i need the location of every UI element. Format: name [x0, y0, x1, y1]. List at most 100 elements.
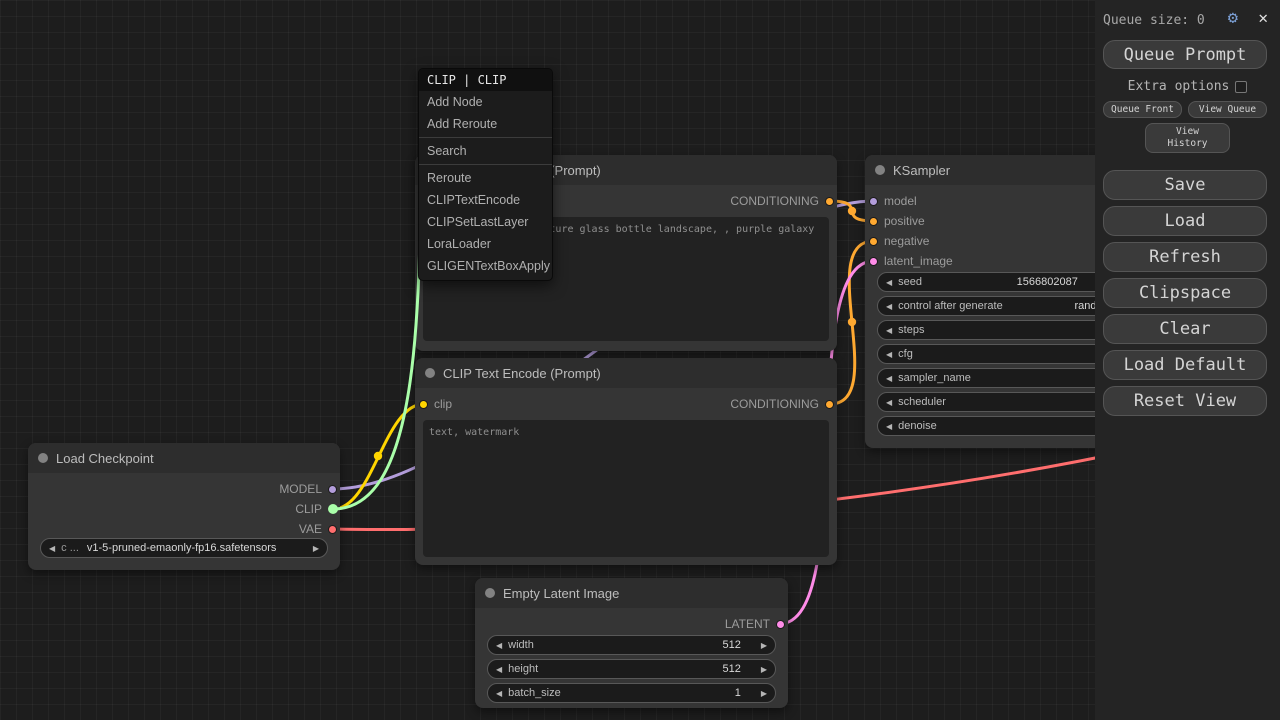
conditioning-output-dot[interactable]	[825, 197, 834, 206]
slot-label: MODEL	[279, 482, 322, 496]
load-default-button[interactable]: Load Default	[1103, 350, 1267, 380]
menu-item-add-reroute[interactable]: Add Reroute	[419, 113, 552, 135]
latent-image-input-dot[interactable]	[869, 257, 878, 266]
slot-label: model	[884, 194, 917, 208]
left-arrow-icon[interactable]: ◀	[496, 641, 502, 650]
clip-input-dot[interactable]	[419, 400, 428, 409]
model-output-dot[interactable]	[328, 485, 337, 494]
extra-options-label: Extra options	[1128, 79, 1230, 94]
model-output-slot: MODEL	[279, 479, 337, 499]
node-title: CLIP Text Encode (Prompt)	[443, 366, 601, 381]
menu-item-cliptextencode[interactable]: CLIPTextEncode	[419, 189, 552, 211]
save-button[interactable]: Save	[1103, 170, 1267, 200]
vae-output-dot[interactable]	[328, 525, 337, 534]
menu-item-search[interactable]: Search	[419, 140, 552, 162]
dragging-clip-wire	[333, 80, 421, 509]
view-queue-button[interactable]: View Queue	[1188, 101, 1267, 118]
load-checkpoint-header[interactable]: Load Checkpoint	[28, 443, 340, 473]
right-arrow-icon[interactable]: ▶	[761, 641, 767, 650]
left-arrow-icon[interactable]: ◀	[496, 689, 502, 698]
left-arrow-icon[interactable]: ◀	[886, 350, 892, 359]
queue-prompt-button[interactable]: Queue Prompt	[1103, 40, 1267, 69]
conditioning-output-slot: CONDITIONING	[730, 394, 834, 414]
ckpt-name-widget[interactable]: ◀ c ... v1-5-pruned-emaonly-fp16.safeten…	[40, 538, 328, 558]
batch-size-widget[interactable]: ◀ batch_size 1 ▶	[487, 683, 776, 703]
model-input-dot[interactable]	[869, 197, 878, 206]
link-release-context-menu: CLIP | CLIP Add Node Add Reroute Search …	[418, 68, 553, 281]
slot-label: latent_image	[884, 254, 953, 268]
left-arrow-icon[interactable]: ◀	[496, 665, 502, 674]
node-collapse-dot[interactable]	[485, 588, 495, 598]
widget-label: batch_size	[508, 687, 561, 699]
slot-label: CONDITIONING	[730, 194, 819, 208]
menu-separator	[419, 164, 552, 165]
height-widget[interactable]: ◀ height 512 ▶	[487, 659, 776, 679]
left-arrow-icon[interactable]: ◀	[886, 302, 892, 311]
wire-clip-link	[333, 404, 424, 509]
clip-output-dot[interactable]	[328, 505, 337, 514]
left-arrow-icon[interactable]: ◀	[49, 544, 55, 553]
widget-label: height	[508, 663, 538, 675]
node-clip-text-encode-2[interactable]: CLIP Text Encode (Prompt) clip CONDITION…	[415, 358, 837, 565]
clip-text-encode-2-header[interactable]: CLIP Text Encode (Prompt)	[415, 358, 837, 388]
negative-input-dot[interactable]	[869, 237, 878, 246]
view-history-label: View History	[1162, 126, 1214, 150]
slot-label: positive	[884, 214, 925, 228]
widget-label: c ...	[61, 542, 79, 554]
conditioning-output-dot[interactable]	[825, 400, 834, 409]
left-arrow-icon[interactable]: ◀	[886, 278, 892, 287]
reset-view-button[interactable]: Reset View	[1103, 386, 1267, 416]
widget-label: control after generate	[898, 300, 1003, 312]
left-arrow-icon[interactable]: ◀	[886, 326, 892, 335]
right-arrow-icon[interactable]: ▶	[313, 544, 319, 553]
negative-prompt-textarea[interactable]: text, watermark	[423, 420, 829, 557]
latent-image-input-slot: latent_image	[869, 251, 953, 271]
right-arrow-icon[interactable]: ▶	[761, 689, 767, 698]
queue-front-button[interactable]: Queue Front	[1103, 101, 1182, 118]
negative-input-slot: negative	[869, 231, 929, 251]
widget-label: cfg	[898, 348, 913, 360]
empty-latent-image-header[interactable]: Empty Latent Image	[475, 578, 788, 608]
left-arrow-icon[interactable]: ◀	[886, 374, 892, 383]
close-icon[interactable]: ✕	[1258, 10, 1268, 26]
settings-gear-icon[interactable]: ⚙	[1228, 10, 1238, 27]
clear-button[interactable]: Clear	[1103, 314, 1267, 344]
node-collapse-dot[interactable]	[875, 165, 885, 175]
load-button[interactable]: Load	[1103, 206, 1267, 236]
node-load-checkpoint[interactable]: Load Checkpoint MODEL CLIP VAE ◀ c ... v…	[28, 443, 340, 570]
view-history-button[interactable]: View History	[1145, 123, 1230, 153]
widget-label: sampler_name	[898, 372, 971, 384]
slot-label: VAE	[299, 522, 322, 536]
extra-options-checkbox[interactable]	[1235, 81, 1247, 93]
slot-label: clip	[434, 397, 452, 411]
refresh-button[interactable]: Refresh	[1103, 242, 1267, 272]
menu-item-reroute[interactable]: Reroute	[419, 167, 552, 189]
widget-label: width	[508, 639, 534, 651]
queue-size-label: Queue size: 0	[1103, 13, 1205, 28]
menu-item-loraloader[interactable]: LoraLoader	[419, 233, 552, 255]
node-empty-latent-image[interactable]: Empty Latent Image LATENT ◀ width 512 ▶ …	[475, 578, 788, 708]
widget-label: denoise	[898, 420, 937, 432]
comfyui-canvas[interactable]: Load Checkpoint MODEL CLIP VAE ◀ c ... v…	[0, 0, 1280, 720]
slot-label: LATENT	[725, 617, 770, 631]
slot-label: negative	[884, 234, 929, 248]
right-arrow-icon[interactable]: ▶	[761, 665, 767, 674]
latent-output-slot: LATENT	[725, 614, 785, 634]
node-collapse-dot[interactable]	[38, 453, 48, 463]
positive-input-dot[interactable]	[869, 217, 878, 226]
node-title: Load Checkpoint	[56, 451, 154, 466]
widget-value: 1	[735, 687, 741, 699]
menu-item-clipsetlastlayer[interactable]: CLIPSetLastLayer	[419, 211, 552, 233]
menu-item-gligentextboxapply[interactable]: GLIGENTextBoxApply	[419, 255, 552, 277]
left-arrow-icon[interactable]: ◀	[886, 422, 892, 431]
widget-value: 512	[722, 663, 740, 675]
width-widget[interactable]: ◀ width 512 ▶	[487, 635, 776, 655]
clipspace-button[interactable]: Clipspace	[1103, 278, 1267, 308]
left-arrow-icon[interactable]: ◀	[886, 398, 892, 407]
context-menu-title: CLIP | CLIP	[419, 69, 552, 91]
latent-output-dot[interactable]	[776, 620, 785, 629]
node-collapse-dot[interactable]	[425, 368, 435, 378]
menu-item-add-node[interactable]: Add Node	[419, 91, 552, 113]
node-title: KSampler	[893, 163, 950, 178]
slot-label: CONDITIONING	[730, 397, 819, 411]
